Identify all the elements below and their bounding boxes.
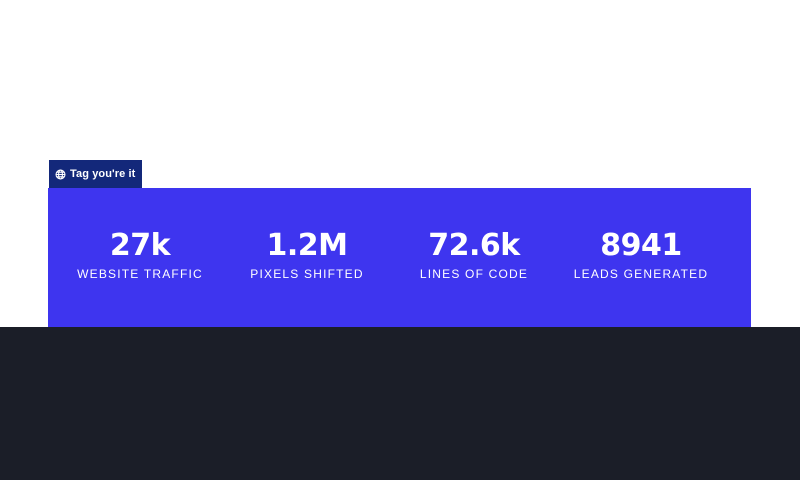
- stat-label: PIXELS SHIFTED: [250, 267, 364, 281]
- tag-badge-label: Tag you're it: [70, 168, 136, 180]
- stat-label: LINES OF CODE: [419, 267, 529, 281]
- tag-badge[interactable]: Tag you're it: [49, 160, 143, 188]
- stat-label: WEBSITE TRAFFIC: [77, 267, 203, 281]
- stat-leads-generated: 8941 LEADS GENERATED: [571, 228, 711, 281]
- stat-website-traffic: 27k WEBSITE TRAFFIC: [70, 228, 210, 281]
- globe-icon: [55, 168, 66, 180]
- footer-band: [0, 327, 800, 480]
- stat-lines-of-code: 72.6k LINES OF CODE: [404, 228, 544, 281]
- stat-value: 72.6k: [428, 228, 520, 263]
- stat-value: 27k: [109, 228, 171, 263]
- stat-label: LEADS GENERATED: [573, 267, 709, 281]
- stat-pixels-shifted: 1.2M PIXELS SHIFTED: [237, 228, 377, 281]
- stat-value: 8941: [600, 228, 682, 263]
- stat-value: 1.2M: [266, 228, 349, 263]
- stats-panel: 27k WEBSITE TRAFFIC 1.2M PIXELS SHIFTED …: [48, 188, 751, 327]
